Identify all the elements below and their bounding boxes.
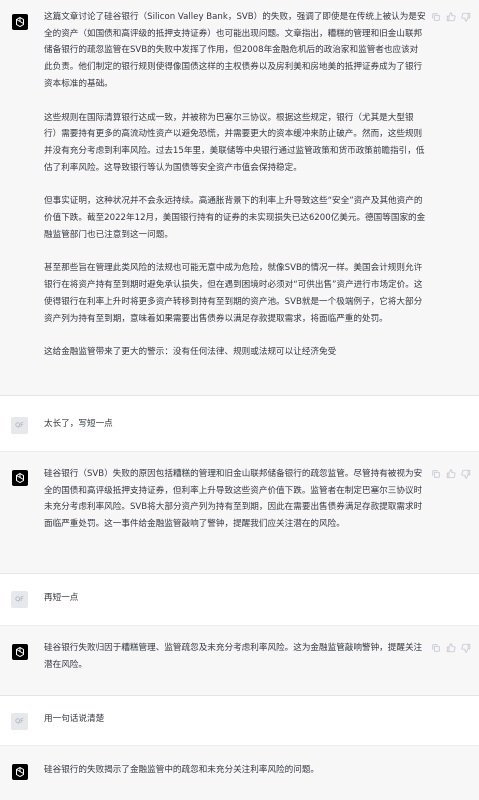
paragraph: 硅谷银行（SVB）失败的原因包括糟糕的管理和旧金山联邦储备银行的疏忽监管。尽管持… [44, 469, 423, 530]
assistant-message-text: 硅谷银行（SVB）失败的原因包括糟糕的管理和旧金山联邦储备银行的疏忽监管。尽管持… [44, 466, 426, 533]
thumbs-down-icon[interactable] [461, 12, 471, 22]
user-message-text: 太长了，写短一点 [44, 419, 113, 429]
copy-icon[interactable] [431, 469, 441, 479]
thumbs-down-icon[interactable] [461, 643, 471, 653]
user-message-1: QF 太长了，写短一点 [0, 396, 479, 452]
assistant-message-text: 硅谷银行的失败揭示了金融监管中的疏忽和未充分关注利率风险的问题。 [44, 762, 426, 779]
paragraph: 硅谷银行失败归因于糟糕管理、监管疏忽及未充分考虑利率风险。这为金融监管敲响警钟，… [44, 643, 423, 670]
assistant-message-3: 硅谷银行失败归因于糟糕管理、监管疏忽及未充分考虑利率风险。这为金融监管敲响警钟，… [0, 626, 479, 696]
paragraph: 甚至那些旨在管理此类风险的法规也可能无意中成为危险，就像SVB的情况一样。美国会… [44, 263, 423, 324]
message-actions [431, 469, 471, 479]
avatar: QF [11, 417, 28, 434]
message-actions [431, 12, 471, 22]
paragraph: 这篇文章讨论了硅谷银行（Silicon Valley Bank，SVB）的失败，… [44, 12, 426, 89]
user-message-3: QF 用一句话说清楚 [0, 696, 479, 746]
thumbs-up-icon[interactable] [446, 643, 456, 653]
avatar: QF [11, 713, 28, 730]
copy-icon[interactable] [431, 643, 441, 653]
thumbs-down-icon[interactable] [461, 469, 471, 479]
openai-logo-icon [12, 644, 28, 660]
paragraph: 这些规则在国际清算银行达成一致，并被称为巴塞尔三协议。根据这些规定，银行（尤其是… [44, 112, 425, 173]
assistant-message-text: 硅谷银行失败归因于糟糕管理、监管疏忽及未充分考虑利率风险。这为金融监管敲响警钟，… [44, 640, 426, 673]
user-message-text: 用一句话说清楚 [44, 714, 105, 724]
message-actions [431, 643, 471, 653]
openai-logo-icon [12, 764, 28, 780]
openai-logo-icon [12, 470, 28, 486]
paragraph: 硅谷银行的失败揭示了金融监管中的疏忽和未充分关注利率风险的问题。 [44, 765, 320, 775]
avatar: QF [11, 591, 28, 608]
user-message-2: QF 再短一点 [0, 574, 479, 626]
assistant-message-2: 硅谷银行（SVB）失败的原因包括糟糕的管理和旧金山联邦储备银行的疏忽监管。尽管持… [0, 452, 479, 574]
assistant-message-4: 硅谷银行的失败揭示了金融监管中的疏忽和未充分关注利率风险的问题。 [0, 746, 479, 800]
paragraph: 这给金融监管带来了更大的警示：没有任何法律、规则或法规可以让经济免受 [44, 347, 337, 358]
assistant-message-1: 这篇文章讨论了硅谷银行（Silicon Valley Bank，SVB）的失败，… [0, 0, 479, 396]
paragraph: 但事实证明，这种状况并不会永远持续。高通胀背景下的利率上升导致这些“安全”资产及… [44, 196, 426, 240]
thumbs-up-icon[interactable] [446, 469, 456, 479]
assistant-message-text: 这篇文章讨论了硅谷银行（Silicon Valley Bank，SVB）的失败，… [44, 9, 426, 361]
openai-logo-icon [12, 14, 28, 30]
user-message-text: 再短一点 [44, 593, 79, 603]
copy-icon[interactable] [431, 12, 441, 22]
thumbs-up-icon[interactable] [446, 12, 456, 22]
